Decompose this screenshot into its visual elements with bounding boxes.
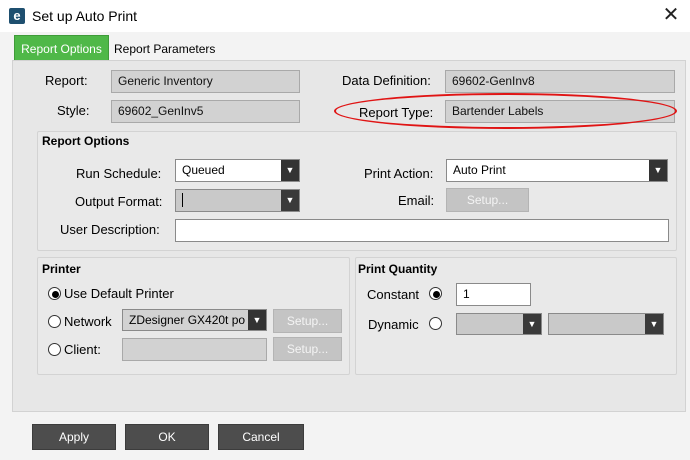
report-options-title: Report Options bbox=[42, 134, 130, 148]
dynamic-label: Dynamic bbox=[368, 317, 419, 332]
style-label: Style: bbox=[57, 103, 90, 118]
data-definition-label: Data Definition: bbox=[342, 73, 431, 88]
report-label: Report: bbox=[45, 73, 88, 88]
chevron-down-icon[interactable]: ▼ bbox=[281, 160, 299, 181]
run-schedule-select[interactable]: Queued ▼ bbox=[175, 159, 300, 182]
network-printer-select[interactable]: ZDesigner GX420t po ▼ bbox=[122, 309, 267, 331]
ok-button[interactable]: OK bbox=[125, 424, 209, 450]
cancel-button[interactable]: Cancel bbox=[218, 424, 304, 450]
chevron-down-icon[interactable]: ▼ bbox=[281, 190, 299, 211]
constant-label: Constant bbox=[367, 287, 420, 302]
dynamic-field-select[interactable]: ▼ bbox=[456, 313, 542, 335]
network-label: Network bbox=[64, 314, 112, 329]
dynamic-source-select[interactable]: ▼ bbox=[548, 313, 664, 335]
constant-radio[interactable] bbox=[429, 287, 442, 300]
output-format-select[interactable]: ▼ bbox=[175, 189, 300, 212]
chevron-down-icon[interactable]: ▼ bbox=[523, 314, 541, 334]
tab-report-options[interactable]: Report Options bbox=[14, 35, 109, 61]
annotation-ellipse bbox=[334, 93, 677, 129]
client-field[interactable] bbox=[122, 338, 267, 361]
network-radio[interactable] bbox=[48, 315, 61, 328]
client-setup-button[interactable]: Setup... bbox=[273, 337, 342, 361]
dynamic-radio[interactable] bbox=[429, 317, 442, 330]
user-description-input[interactable] bbox=[175, 219, 669, 242]
output-format-label: Output Format: bbox=[75, 194, 163, 209]
user-description-label: User Description: bbox=[60, 222, 160, 237]
tab-report-parameters[interactable]: Report Parameters bbox=[114, 37, 234, 61]
chevron-down-icon[interactable]: ▼ bbox=[645, 314, 663, 334]
printer-title: Printer bbox=[42, 262, 81, 276]
chevron-down-icon[interactable]: ▼ bbox=[248, 310, 266, 330]
client-radio[interactable] bbox=[48, 343, 61, 356]
network-printer-value: ZDesigner GX420t po bbox=[129, 313, 246, 327]
apply-button[interactable]: Apply bbox=[32, 424, 116, 450]
text-cursor bbox=[182, 193, 183, 207]
print-quantity-title: Print Quantity bbox=[358, 262, 438, 276]
network-setup-button[interactable]: Setup... bbox=[273, 309, 342, 333]
email-setup-button[interactable]: Setup... bbox=[446, 188, 529, 212]
style-field: 69602_GenInv5 bbox=[111, 100, 300, 123]
app-icon: e bbox=[9, 8, 25, 24]
constant-quantity-input[interactable]: 1 bbox=[456, 283, 531, 306]
use-default-printer-label: Use Default Printer bbox=[64, 286, 174, 301]
window-title: Set up Auto Print bbox=[32, 8, 138, 24]
client-label: Client: bbox=[64, 342, 101, 357]
email-label: Email: bbox=[398, 193, 435, 208]
print-action-value: Auto Print bbox=[453, 163, 506, 177]
print-action-select[interactable]: Auto Print ▼ bbox=[446, 159, 668, 182]
report-field: Generic Inventory bbox=[111, 70, 300, 93]
chevron-down-icon[interactable]: ▼ bbox=[649, 160, 667, 181]
run-schedule-label: Run Schedule: bbox=[76, 166, 162, 181]
use-default-printer-radio[interactable] bbox=[48, 287, 61, 300]
data-definition-field: 69602-GenInv8 bbox=[445, 70, 675, 93]
close-icon[interactable]: ✕ bbox=[660, 4, 682, 26]
print-action-label: Print Action: bbox=[364, 166, 434, 181]
run-schedule-value: Queued bbox=[182, 163, 225, 177]
